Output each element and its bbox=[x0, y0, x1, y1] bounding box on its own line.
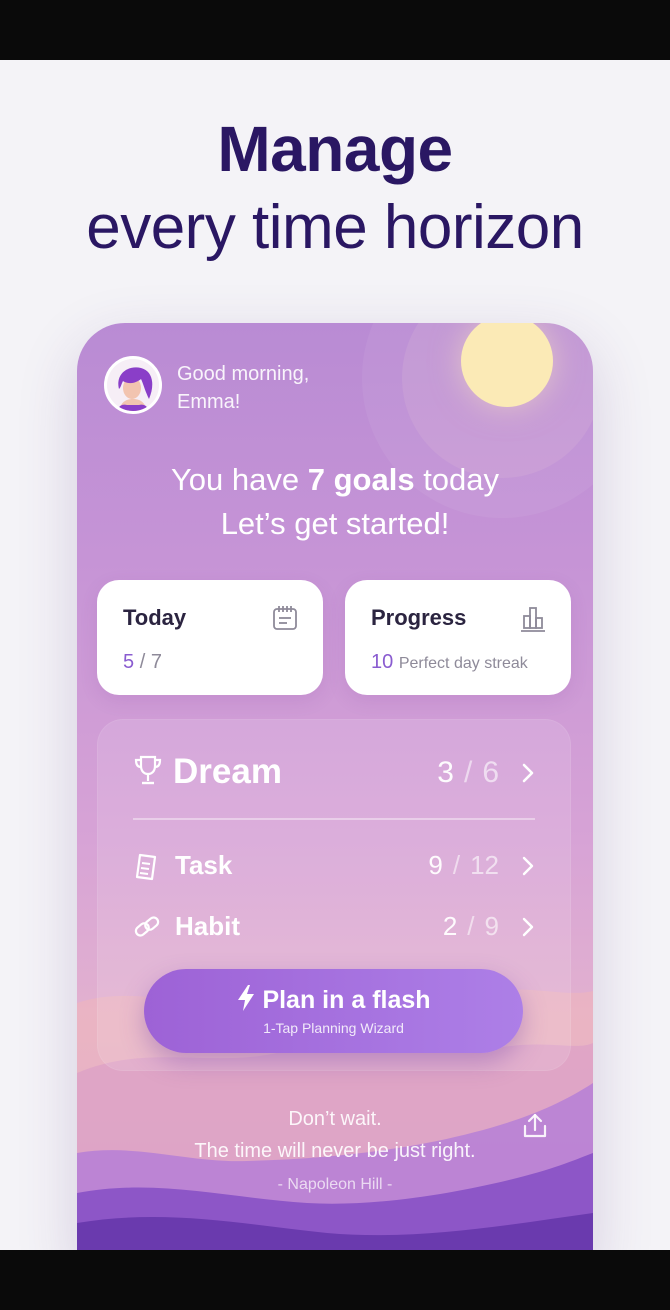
headline-light: every time horizon bbox=[86, 193, 584, 262]
bottom-letterbox bbox=[0, 1250, 670, 1310]
dream-row[interactable]: Dream 3 / 6 bbox=[133, 752, 535, 792]
bar-chart-icon bbox=[521, 607, 545, 632]
chevron-right-icon bbox=[522, 917, 534, 937]
flash-button-subtitle: 1-Tap Planning Wizard bbox=[263, 1020, 404, 1036]
share-icon[interactable] bbox=[521, 1112, 549, 1140]
goals-summary: You have 7 goals today bbox=[77, 462, 593, 498]
flash-button-label: Plan in a flash bbox=[262, 986, 431, 1014]
progress-card[interactable]: Progress 10 Perfect day streak bbox=[345, 580, 571, 695]
chevron-right-icon bbox=[522, 763, 534, 783]
dream-label: Dream bbox=[173, 752, 282, 791]
progress-card-title: Progress bbox=[371, 605, 467, 630]
chevron-right-icon bbox=[522, 856, 534, 876]
quote-line2: The time will never be just right. bbox=[194, 1140, 476, 1162]
progress-card-value: 10 Perfect day streak bbox=[371, 651, 528, 674]
greeting-line2: Emma! bbox=[177, 391, 241, 413]
goals-suffix: today bbox=[423, 462, 500, 497]
greeting: Good morning, Emma! bbox=[177, 360, 377, 416]
task-label: Task bbox=[175, 850, 233, 880]
task-count: 9 / 12 bbox=[428, 850, 499, 881]
dream-separator: / bbox=[463, 756, 473, 789]
habit-label: Habit bbox=[175, 911, 240, 941]
habit-done: 2 bbox=[442, 911, 458, 941]
headline-bold: Manage bbox=[217, 113, 453, 185]
task-separator: / bbox=[452, 850, 461, 880]
app-screen: Good morning, Emma! You have 7 goals tod… bbox=[77, 323, 593, 1250]
task-row[interactable]: Task 9 / 12 bbox=[133, 850, 535, 884]
panel-divider bbox=[133, 818, 535, 820]
top-letterbox bbox=[0, 0, 670, 60]
goals-panel: Dream 3 / 6 Task 9 / 12 Habit 2 / 9 Plan in … bbox=[97, 719, 571, 1071]
dream-total: 6 bbox=[482, 756, 499, 789]
avatar-illustration bbox=[107, 359, 159, 411]
today-done: 5 bbox=[123, 651, 135, 673]
streak-caption: Perfect day streak bbox=[398, 655, 528, 672]
habit-count: 2 / 9 bbox=[443, 911, 499, 942]
checklist-icon bbox=[135, 853, 157, 881]
quote-line1: Don’t wait. bbox=[288, 1108, 382, 1130]
promo-stage: Manage every time horizon Good morning, … bbox=[0, 60, 670, 1250]
habit-row[interactable]: Habit 2 / 9 bbox=[133, 911, 535, 945]
link-icon bbox=[134, 916, 160, 937]
subtitle: Let’s get started! bbox=[220, 506, 450, 541]
dream-done: 3 bbox=[437, 756, 454, 789]
today-card-value: 5 / 7 bbox=[123, 651, 162, 674]
task-total: 12 bbox=[470, 850, 499, 880]
habit-total: 9 bbox=[484, 911, 499, 941]
today-card-title: Today bbox=[123, 605, 187, 630]
flash-button-title: Plan in a flash bbox=[144, 984, 523, 1015]
today-separator: / bbox=[139, 651, 146, 673]
streak-count: 10 bbox=[371, 651, 394, 673]
avatar[interactable] bbox=[104, 356, 162, 414]
today-total: 7 bbox=[150, 651, 162, 673]
greeting-line1: Good morning, bbox=[177, 363, 310, 385]
today-card[interactable]: Today 5 / 7 bbox=[97, 580, 323, 695]
dream-count: 3 / 6 bbox=[437, 756, 499, 790]
trophy-icon bbox=[134, 755, 162, 785]
lightning-icon bbox=[238, 985, 255, 1011]
goals-count: 7 goals bbox=[307, 462, 415, 497]
plan-in-a-flash-button[interactable]: Plan in a flash 1-Tap Planning Wizard bbox=[144, 969, 523, 1053]
quote-author: - Napoleon Hill - bbox=[277, 1176, 393, 1193]
calendar-icon bbox=[273, 606, 297, 630]
goals-prefix: You have bbox=[170, 462, 300, 497]
task-done: 9 bbox=[428, 850, 443, 880]
habit-separator: / bbox=[467, 911, 475, 941]
